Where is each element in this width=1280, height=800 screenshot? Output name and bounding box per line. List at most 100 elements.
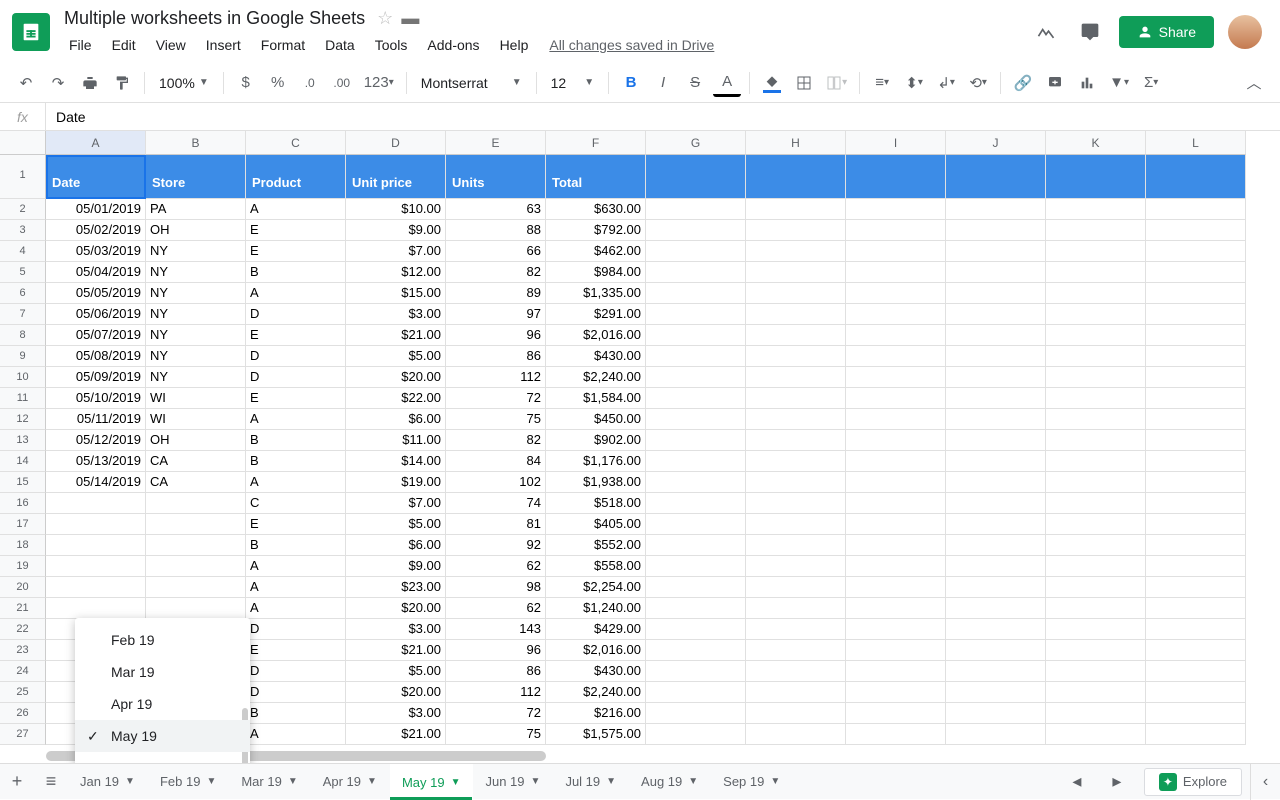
cell[interactable] [846, 661, 946, 682]
cell[interactable] [1146, 346, 1246, 367]
cell[interactable] [746, 220, 846, 241]
italic-button[interactable]: I [649, 69, 677, 97]
cell[interactable] [1046, 409, 1146, 430]
sheets-logo-icon[interactable] [12, 13, 50, 51]
cell[interactable] [1046, 724, 1146, 745]
activity-icon[interactable] [1031, 17, 1061, 47]
cell[interactable]: $21.00 [346, 724, 446, 745]
cell[interactable] [1146, 577, 1246, 598]
cell[interactable] [1146, 535, 1246, 556]
sheet-tab[interactable]: Aug 19▼ [629, 764, 711, 800]
cell[interactable]: 05/05/2019 [46, 283, 146, 304]
cell[interactable]: 82 [446, 430, 546, 451]
cell[interactable] [746, 409, 846, 430]
column-header[interactable]: A [46, 131, 146, 155]
cell[interactable]: $291.00 [546, 304, 646, 325]
cell[interactable] [1146, 304, 1246, 325]
sheet-tab[interactable]: May 19▼ [390, 764, 474, 800]
cell[interactable] [746, 346, 846, 367]
cell[interactable]: 05/06/2019 [46, 304, 146, 325]
chevron-down-icon[interactable]: ▼ [531, 776, 541, 787]
cell[interactable] [846, 241, 946, 262]
cell[interactable]: $2,016.00 [546, 325, 646, 346]
cell[interactable] [646, 640, 746, 661]
cell[interactable]: $7.00 [346, 493, 446, 514]
cell[interactable]: 75 [446, 724, 546, 745]
cell[interactable]: $5.00 [346, 661, 446, 682]
document-title[interactable]: Multiple worksheets in Google Sheets [60, 6, 369, 31]
cell[interactable]: $1,584.00 [546, 388, 646, 409]
cell[interactable] [1046, 155, 1146, 199]
cell[interactable]: $21.00 [346, 325, 446, 346]
cell[interactable]: $630.00 [546, 199, 646, 220]
cell[interactable] [946, 409, 1046, 430]
cell[interactable] [1146, 155, 1246, 199]
cell[interactable] [846, 367, 946, 388]
cell[interactable] [946, 199, 1046, 220]
cell[interactable] [946, 430, 1046, 451]
cell[interactable] [746, 703, 846, 724]
cell[interactable]: $5.00 [346, 514, 446, 535]
cell[interactable]: $429.00 [546, 619, 646, 640]
sheet-popup-item[interactable]: Feb 19 [75, 624, 250, 656]
cell[interactable] [846, 430, 946, 451]
halign-button[interactable]: ≡▾ [868, 69, 896, 97]
cell[interactable] [646, 430, 746, 451]
select-all-corner[interactable] [0, 131, 46, 155]
cell[interactable]: 05/14/2019 [46, 472, 146, 493]
cell[interactable] [146, 493, 246, 514]
cell[interactable]: $5.00 [346, 346, 446, 367]
cell[interactable] [846, 346, 946, 367]
cell[interactable] [646, 409, 746, 430]
cell[interactable] [646, 304, 746, 325]
cell[interactable]: E [246, 241, 346, 262]
row-header[interactable]: 18 [0, 535, 46, 556]
cell[interactable]: $2,240.00 [546, 367, 646, 388]
cell[interactable] [946, 304, 1046, 325]
cell[interactable] [1046, 262, 1146, 283]
cell[interactable]: 96 [446, 325, 546, 346]
cell[interactable]: $20.00 [346, 367, 446, 388]
cell[interactable]: 86 [446, 346, 546, 367]
cell[interactable]: 05/10/2019 [46, 388, 146, 409]
currency-icon[interactable]: $ [232, 69, 260, 97]
cell[interactable] [646, 199, 746, 220]
cell[interactable]: $3.00 [346, 703, 446, 724]
cell[interactable]: $23.00 [346, 577, 446, 598]
cell[interactable] [746, 430, 846, 451]
cell[interactable]: NY [146, 241, 246, 262]
cell[interactable] [146, 556, 246, 577]
cell[interactable] [146, 535, 246, 556]
cell[interactable] [946, 220, 1046, 241]
cell[interactable] [146, 598, 246, 619]
cell[interactable] [1046, 682, 1146, 703]
wrap-button[interactable]: ↲▾ [932, 69, 960, 97]
cell[interactable] [846, 619, 946, 640]
avatar[interactable] [1228, 15, 1262, 49]
cell[interactable] [946, 598, 1046, 619]
cell[interactable]: 05/02/2019 [46, 220, 146, 241]
cell[interactable] [1046, 493, 1146, 514]
cell[interactable] [1146, 724, 1246, 745]
cell[interactable]: E [246, 388, 346, 409]
comment-icon[interactable] [1075, 17, 1105, 47]
sheet-tab[interactable]: Jun 19▼ [473, 764, 553, 800]
cell[interactable]: E [246, 640, 346, 661]
cell[interactable] [846, 304, 946, 325]
cell[interactable] [946, 703, 1046, 724]
cell[interactable] [646, 703, 746, 724]
chevron-down-icon[interactable]: ▼ [606, 776, 616, 787]
cell[interactable]: $1,335.00 [546, 283, 646, 304]
cell[interactable] [946, 262, 1046, 283]
zoom-select[interactable]: 100%▼ [153, 75, 215, 91]
cell[interactable]: D [246, 661, 346, 682]
cell[interactable]: $21.00 [346, 640, 446, 661]
cell[interactable] [1146, 640, 1246, 661]
cell[interactable]: 05/12/2019 [46, 430, 146, 451]
percent-icon[interactable]: % [264, 69, 292, 97]
cell[interactable] [946, 661, 1046, 682]
fill-color-button[interactable] [758, 69, 786, 97]
row-header[interactable]: 8 [0, 325, 46, 346]
text-color-button[interactable]: A [713, 69, 741, 97]
row-header[interactable]: 23 [0, 640, 46, 661]
